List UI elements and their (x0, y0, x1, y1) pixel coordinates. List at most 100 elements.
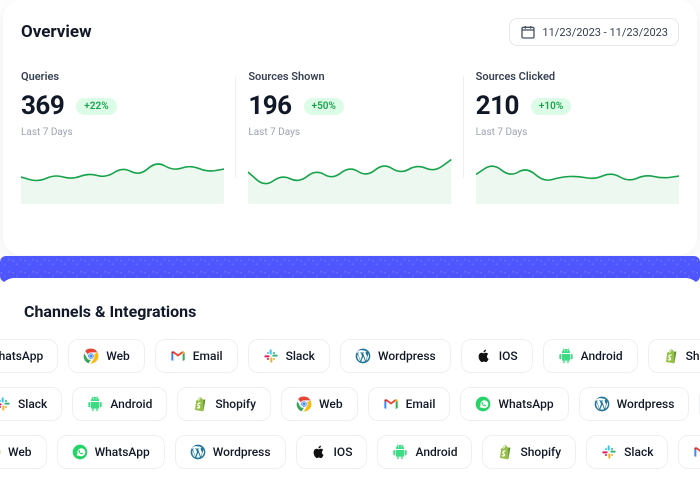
channel-chip-label: Web (106, 349, 130, 363)
channel-row: WhatsApp Web Email Slack Wordpress IOS Android… (0, 339, 700, 373)
gmail-icon (383, 396, 399, 412)
channel-chip-label: Slack (18, 397, 47, 411)
chrome-icon (0, 444, 1, 460)
channel-chip-label: Email (406, 397, 436, 411)
channel-chip-label: WhatsApp (0, 349, 43, 363)
metric-sources-clicked: Sources Clicked 210 +10% Last 7 Days (464, 66, 679, 208)
channel-chip-label: Android (415, 445, 457, 459)
shopify-icon (663, 348, 679, 364)
shopify-icon (497, 444, 513, 460)
slack-icon (601, 444, 617, 460)
whatsapp-icon (475, 396, 491, 412)
channel-chip-slack[interactable]: Slack (0, 387, 62, 421)
apple-icon (476, 348, 492, 364)
channel-row: Web WhatsApp Wordpress IOS Android Shopify Sla… (0, 435, 700, 469)
sparkline-sources-shown (248, 144, 451, 204)
channel-rows: WhatsApp Web Email Slack Wordpress IOS Android… (0, 339, 700, 469)
slack-icon (263, 348, 279, 364)
channel-chip-gmail[interactable]: Email (678, 435, 700, 469)
section-title: Channels & Integrations (24, 302, 700, 321)
delta-badge: +10% (531, 98, 571, 115)
sparkline-queries (21, 144, 224, 204)
channel-chip-label: IOS (499, 349, 518, 363)
metric-label: Sources Clicked (476, 70, 679, 83)
metric-value: 196 (248, 91, 291, 121)
wordpress-icon (594, 396, 610, 412)
overview-header: Overview 11/23/2023 - 11/23/2023 (21, 18, 679, 46)
channel-chip-label: Slack (286, 349, 315, 363)
channel-chip-shopify[interactable]: Shopify (482, 435, 576, 469)
metric-value: 210 (476, 91, 519, 121)
page-title: Overview (21, 22, 92, 42)
chrome-icon (83, 348, 99, 364)
metric-sublabel: Last 7 Days (476, 127, 679, 138)
channel-chip-apple[interactable]: IOS (296, 435, 368, 469)
dashboard-canvas: Overview 11/23/2023 - 11/23/2023 Queries (0, 0, 700, 502)
channel-chip-apple[interactable]: IOS (461, 339, 533, 373)
sparkline-sources-clicked (476, 144, 679, 204)
wordpress-icon (355, 348, 371, 364)
channel-chip-label: Shopify (520, 445, 561, 459)
channel-chip-android[interactable]: Android (72, 387, 167, 421)
channel-row: Slack Android Shopify Web Email WhatsApp Wordp… (0, 387, 700, 421)
channel-chip-chrome[interactable]: Web (68, 339, 145, 373)
channel-chip-label: Email (193, 349, 223, 363)
apple-icon (311, 444, 327, 460)
channel-chip-slack[interactable]: Slack (586, 435, 668, 469)
channel-chip-wordpress[interactable]: Wordpress (175, 435, 286, 469)
metric-label: Sources Shown (248, 70, 451, 83)
android-icon (392, 444, 408, 460)
wordpress-icon (190, 444, 206, 460)
metric-queries: Queries 369 +22% Last 7 Days (21, 66, 236, 208)
channel-chip-label: Wordpress (378, 349, 436, 363)
channel-chip-slack[interactable]: Slack (248, 339, 330, 373)
channel-chip-shopify[interactable]: Shopify (648, 339, 700, 373)
channel-chip-wordpress[interactable]: Wordpress (340, 339, 451, 373)
metrics-row: Queries 369 +22% Last 7 Days Sources Sho… (21, 66, 679, 208)
metric-label: Queries (21, 70, 224, 83)
channel-chip-label: Shopify (686, 349, 700, 363)
channel-chip-label: WhatsApp (95, 445, 150, 459)
channels-card: Channels & Integrations WhatsApp Web Email… (0, 278, 700, 502)
metric-value-row: 369 +22% (21, 91, 224, 121)
android-icon (87, 396, 103, 412)
calendar-icon (520, 24, 536, 40)
slack-icon (0, 396, 11, 412)
overview-card: Overview 11/23/2023 - 11/23/2023 Queries (3, 0, 697, 255)
channel-chip-label: Web (8, 445, 32, 459)
date-range-label: 11/23/2023 - 11/23/2023 (542, 26, 668, 39)
metric-value-row: 196 +50% (248, 91, 451, 121)
metric-sources-shown: Sources Shown 196 +50% Last 7 Days (236, 66, 463, 208)
channel-chip-shopify[interactable]: Shopify (177, 387, 271, 421)
metric-sublabel: Last 7 Days (248, 127, 451, 138)
channel-chip-label: Wordpress (213, 445, 271, 459)
channel-chip-label: Shopify (215, 397, 256, 411)
channel-chip-label: Android (581, 349, 623, 363)
gmail-icon (170, 348, 186, 364)
channel-chip-android[interactable]: Android (543, 339, 638, 373)
channel-chip-label: Wordpress (617, 397, 675, 411)
metric-sublabel: Last 7 Days (21, 127, 224, 138)
shopify-icon (192, 396, 208, 412)
channel-chip-whatsapp[interactable]: WhatsApp (57, 435, 165, 469)
channel-chip-chrome[interactable]: Web (281, 387, 358, 421)
channel-chip-android[interactable]: Android (377, 435, 472, 469)
gmail-icon (693, 444, 700, 460)
whatsapp-icon (72, 444, 88, 460)
channel-chip-gmail[interactable]: Email (155, 339, 238, 373)
channel-chip-gmail[interactable]: Email (368, 387, 451, 421)
channel-chip-label: IOS (334, 445, 353, 459)
date-range-picker[interactable]: 11/23/2023 - 11/23/2023 (509, 18, 679, 46)
channel-chip-label: Web (319, 397, 343, 411)
delta-badge: +22% (76, 98, 116, 115)
android-icon (558, 348, 574, 364)
channel-chip-whatsapp[interactable]: WhatsApp (460, 387, 568, 421)
metric-value-row: 210 +10% (476, 91, 679, 121)
channel-chip-label: Slack (624, 445, 653, 459)
channel-chip-label: Android (110, 397, 152, 411)
channel-chip-whatsapp[interactable]: WhatsApp (0, 339, 58, 373)
channel-chip-label: WhatsApp (498, 397, 553, 411)
channel-chip-chrome[interactable]: Web (0, 435, 47, 469)
metric-value: 369 (21, 91, 64, 121)
channel-chip-wordpress[interactable]: Wordpress (579, 387, 690, 421)
